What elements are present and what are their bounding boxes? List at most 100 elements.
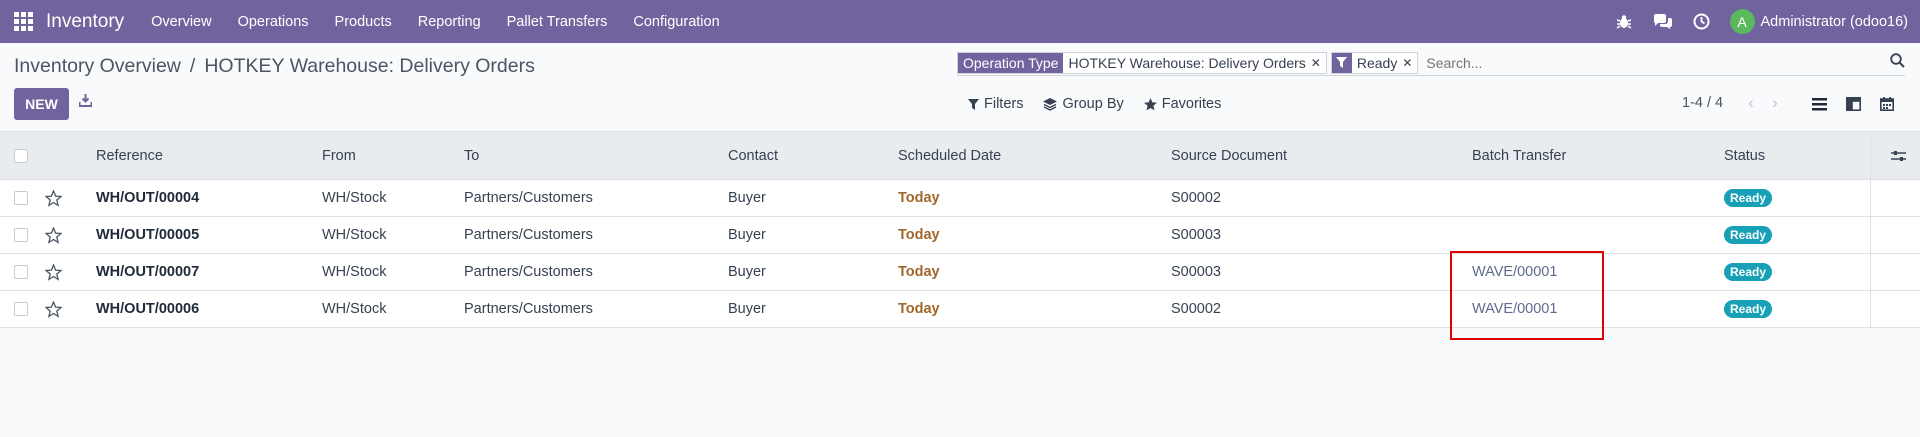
breadcrumb-current: HOTKEY Warehouse: Delivery Orders [204,55,535,77]
column-batch-transfer[interactable]: Batch Transfer [1472,132,1566,179]
star-icon [1143,97,1157,110]
calendar-view-icon[interactable] [1870,93,1904,115]
cell-reference: WH/OUT/00005 [96,227,200,243]
favorite-star-icon[interactable] [45,180,62,216]
cell-contact: Buyer [728,301,766,317]
table-header: Reference From To Contact Scheduled Date… [0,131,1920,180]
column-divider [1870,180,1871,216]
cell-scheduled-date: Today [898,301,940,317]
user-menu[interactable]: Administrator (odoo16) [1761,14,1909,30]
pager-next-icon[interactable]: › [1763,93,1787,113]
apps-grid-icon[interactable] [14,11,34,32]
highlight-annotation [1450,251,1604,340]
pager-previous-icon[interactable]: ‹ [1739,93,1763,113]
column-reference[interactable]: Reference [96,132,163,179]
group-by-label: Group By [1062,96,1124,112]
facet-value: HOTKEY Warehouse: Delivery Orders [1068,54,1306,71]
cell-from: WH/Stock [322,227,387,243]
cell-from: WH/Stock [322,190,387,206]
column-divider [1870,254,1871,290]
table-row[interactable]: WH/OUT/00007 WH/Stock Partners/Customers… [0,254,1920,291]
list-view-icon[interactable] [1802,93,1836,115]
favorite-star-icon[interactable] [45,254,62,290]
table-row[interactable]: WH/OUT/00004 WH/Stock Partners/Customers… [0,180,1920,217]
cell-from: WH/Stock [322,301,387,317]
menu-products[interactable]: Products [335,14,392,30]
menu-operations[interactable]: Operations [238,14,309,30]
row-checkbox[interactable] [14,265,28,279]
group-by-button[interactable]: Group By [1043,96,1124,112]
app-brand[interactable]: Inventory [46,11,124,33]
column-from[interactable]: From [322,132,356,179]
bug-icon[interactable] [1613,11,1635,33]
kanban-view-icon[interactable] [1836,93,1870,115]
table-row[interactable]: WH/OUT/00005 WH/Stock Partners/Customers… [0,217,1920,254]
column-divider [1870,291,1871,327]
menu-pallet-transfers[interactable]: Pallet Transfers [507,14,608,30]
menu-configuration[interactable]: Configuration [633,14,719,30]
cell-contact: Buyer [728,264,766,280]
pager-value[interactable]: 1-4 / 4 [1682,95,1723,111]
top-navbar: Inventory Overview Operations Products R… [0,0,1920,43]
menu-overview[interactable]: Overview [151,14,211,30]
filters-button[interactable]: Filters [968,96,1023,112]
cell-source-document: S00003 [1171,264,1221,280]
cell-scheduled-date: Today [898,190,940,206]
column-to[interactable]: To [464,132,479,179]
facet-label: Operation Type [958,52,1064,73]
chat-icon[interactable] [1652,11,1674,33]
menu-reporting[interactable]: Reporting [418,14,481,30]
favorites-label: Favorites [1161,96,1222,112]
facet-operation-type: Operation Type HOTKEY Warehouse: Deliver… [957,51,1327,74]
cell-reference: WH/OUT/00006 [96,301,200,317]
filter-icon [968,98,979,110]
cell-scheduled-date: Today [898,264,940,280]
search-bar: Operation Type HOTKEY Warehouse: Deliver… [957,50,1905,76]
filters-label: Filters [984,96,1024,112]
breadcrumb-parent[interactable]: Inventory Overview [14,55,181,78]
cell-contact: Buyer [728,227,766,243]
new-button[interactable]: NEW [14,88,69,120]
layers-icon [1043,97,1058,111]
clock-icon[interactable] [1691,11,1713,33]
column-scheduled-date[interactable]: Scheduled Date [898,132,1001,179]
pager-controls: ‹ › [1739,93,1787,113]
cell-source-document: S00003 [1171,227,1221,243]
remove-facet-icon[interactable]: ✕ [1402,53,1417,73]
search-input[interactable] [1426,54,1847,71]
search-icon[interactable] [1890,53,1905,71]
download-icon[interactable] [78,94,93,110]
row-checkbox[interactable] [14,228,28,242]
optional-columns-icon[interactable] [1891,132,1906,179]
breadcrumb-separator: / [189,55,196,77]
column-divider [1870,217,1871,253]
column-status[interactable]: Status [1724,132,1765,179]
favorites-button[interactable]: Favorites [1143,96,1222,112]
row-checkbox[interactable] [14,302,28,316]
status-badge: Ready [1724,263,1773,281]
table-row[interactable]: WH/OUT/00006 WH/Stock Partners/Customers… [0,291,1920,328]
status-badge: Ready [1724,300,1773,318]
cell-reference: WH/OUT/00007 [96,264,200,280]
view-switcher [1802,93,1904,115]
status-badge: Ready [1724,226,1773,244]
cell-to: Partners/Customers [464,227,593,243]
remove-facet-icon[interactable]: ✕ [1311,53,1326,73]
favorite-star-icon[interactable] [45,291,62,327]
column-divider [1870,132,1871,179]
status-badge: Ready [1724,189,1773,207]
select-all-checkbox[interactable] [14,148,28,163]
column-contact[interactable]: Contact [728,132,778,179]
navbar-systray: A Administrator (odoo16) [1613,0,1920,43]
cell-source-document: S00002 [1171,301,1221,317]
facet-value: Ready [1356,54,1398,71]
facet-ready-filter: Ready ✕ [1330,51,1419,74]
cell-contact: Buyer [728,190,766,206]
cell-scheduled-date: Today [898,227,940,243]
avatar[interactable]: A [1729,9,1755,34]
row-checkbox[interactable] [14,191,28,205]
cell-to: Partners/Customers [464,264,593,280]
favorite-star-icon[interactable] [45,217,62,253]
cell-to: Partners/Customers [464,190,593,206]
column-source-document[interactable]: Source Document [1171,132,1287,179]
